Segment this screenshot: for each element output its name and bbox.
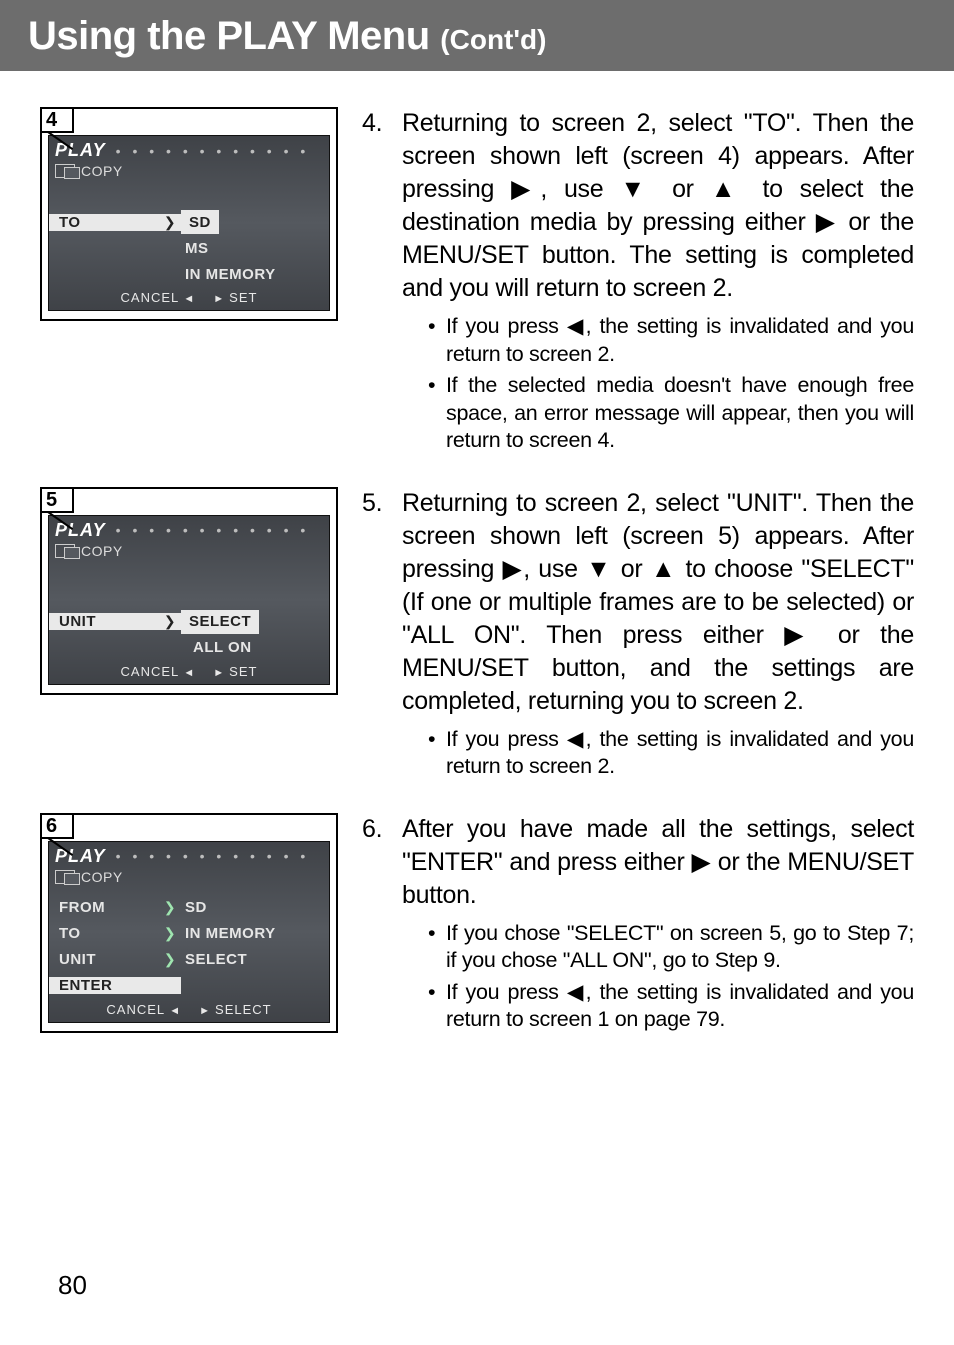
step-number: 5 <box>362 487 390 785</box>
step-5: 5 Returning to screen 2, select "UNIT". … <box>362 487 914 785</box>
row-step-6: 6 PLAY• • • • • • • • • • • • COPY FROM … <box>40 813 914 1038</box>
menu-row-enter: ENTER <box>49 973 329 999</box>
triangle-left-icon: ◄ <box>183 667 199 679</box>
menu-row-inmem: IN MEMORY <box>49 261 329 287</box>
copy-label: COPY <box>81 869 123 885</box>
page: Using the PLAY Menu (Cont'd) 4 PLAY • • … <box>0 0 954 1345</box>
step-body: Returning to screen 2, select "UNIT". Th… <box>402 487 914 785</box>
up-arrow-icon: ▲ <box>651 555 677 583</box>
chevron-right-icon: ❯ <box>159 214 181 231</box>
menu-row-to: TO ❯ IN MEMORY <box>49 921 329 947</box>
triangle-left-icon: ◄ <box>169 1005 185 1017</box>
menu-value-select: SELECT <box>181 610 259 634</box>
right-arrow-icon: ▶ <box>692 848 711 876</box>
copy-row: COPY <box>49 163 329 183</box>
cancel-label: CANCEL <box>121 290 179 305</box>
chevron-right-icon: ❯ <box>159 899 181 916</box>
menu-row-from: FROM ❯ SD <box>49 895 329 921</box>
chevron-right-icon: ❯ <box>159 951 181 968</box>
lcd-footer: CANCEL ◄ ► SET <box>49 287 329 310</box>
row-step-5: 5 PLAY• • • • • • • • • • • • COPY UNIT … <box>40 487 914 785</box>
page-number: 80 <box>58 1270 87 1301</box>
screen-4-frame: 4 PLAY • • • • • • • • • • • • COPY <box>40 107 338 321</box>
copy-icon <box>55 870 75 884</box>
right-arrow-icon: ▶ <box>816 208 838 236</box>
bullet: If you press ◀, the setting is invalidat… <box>428 313 914 368</box>
step-number: 4 <box>362 107 390 459</box>
down-arrow-icon: ▼ <box>620 175 655 203</box>
step-5-bullets: If you press ◀, the setting is invalidat… <box>402 726 914 781</box>
screen-5-lcd: PLAY• • • • • • • • • • • • COPY UNIT ❯ … <box>48 515 330 685</box>
step-6-text: 6 After you have made all the settings, … <box>362 813 914 1038</box>
lcd-footer: CANCEL ◄ ► SELECT <box>49 999 329 1022</box>
chevron-right-icon: ❯ <box>159 925 181 942</box>
triangle-right-icon: ► <box>199 1005 215 1017</box>
screen-4-tag: 4 <box>40 107 74 133</box>
step-6-bullets: If you chose "SELECT" on screen 5, go to… <box>402 920 914 1034</box>
row-step-4: 4 PLAY • • • • • • • • • • • • COPY <box>40 107 914 459</box>
menu-row-to: TO ❯ SD <box>49 209 329 235</box>
lcd-top: PLAY • • • • • • • • • • • • <box>49 136 329 163</box>
screen-5-col: 5 PLAY• • • • • • • • • • • • COPY UNIT … <box>40 487 340 695</box>
step-body: Returning to screen 2, select "TO". Then… <box>402 107 914 459</box>
page-header: Using the PLAY Menu (Cont'd) <box>0 0 954 71</box>
set-label: SET <box>229 290 257 305</box>
screen-6-col: 6 PLAY• • • • • • • • • • • • COPY FROM … <box>40 813 340 1033</box>
bullet: If you press ◀, the setting is invalidat… <box>428 979 914 1034</box>
menu-value-sd: SD <box>181 210 219 234</box>
step-4: 4 Returning to screen 2, select "TO". Th… <box>362 107 914 459</box>
copy-label: COPY <box>81 163 123 179</box>
screen-6-lcd: PLAY• • • • • • • • • • • • COPY FROM ❯ … <box>48 841 330 1023</box>
left-arrow-icon: ◀ <box>567 980 586 1004</box>
menu-label: TO <box>49 214 159 231</box>
copy-icon <box>55 164 75 178</box>
lcd-list: TO ❯ SD MS IN MEMORY <box>49 183 329 287</box>
bullet: If the selected media doesn't have enoug… <box>428 372 914 455</box>
up-arrow-icon: ▲ <box>711 175 746 203</box>
menu-row-unit: UNIT ❯ SELECT <box>49 609 329 635</box>
step-6: 6 After you have made all the settings, … <box>362 813 914 1038</box>
right-arrow-icon: ▶ <box>511 175 540 203</box>
left-arrow-icon: ◀ <box>567 314 586 338</box>
left-arrow-icon: ◀ <box>567 727 586 751</box>
content-area: 4 PLAY • • • • • • • • • • • • COPY <box>0 71 954 1038</box>
right-arrow-icon: ▶ <box>503 555 524 583</box>
screen-4-lcd: PLAY • • • • • • • • • • • • COPY TO ❯ S… <box>48 135 330 311</box>
triangle-right-icon: ► <box>213 667 229 679</box>
chevron-right-icon: ❯ <box>159 613 181 630</box>
right-arrow-icon: ▶ <box>784 621 817 649</box>
step-4-bullets: If you press ◀, the setting is invalidat… <box>402 313 914 455</box>
triangle-left-icon: ◄ <box>183 293 199 305</box>
screen-4-col: 4 PLAY • • • • • • • • • • • • COPY <box>40 107 340 321</box>
screen-5-tag: 5 <box>40 487 74 513</box>
copy-icon <box>55 544 75 558</box>
menu-value-ms: MS <box>181 240 209 257</box>
menu-label: UNIT <box>49 613 159 630</box>
menu-row-ms: MS <box>49 235 329 261</box>
lcd-footer: CANCEL ◄ ► SET <box>49 661 329 684</box>
menu-row-unit: UNIT ❯ SELECT <box>49 947 329 973</box>
menu-value-inmem: IN MEMORY <box>181 266 276 283</box>
screen-6-tag: 6 <box>40 813 74 839</box>
copy-label: COPY <box>81 543 123 559</box>
step-4-text: 4 Returning to screen 2, select "TO". Th… <box>362 107 914 459</box>
header-title-sub: (Cont'd) <box>440 24 546 55</box>
step-number: 6 <box>362 813 390 1038</box>
dots-icon: • • • • • • • • • • • • <box>116 848 310 864</box>
screen-6-frame: 6 PLAY• • • • • • • • • • • • COPY FROM … <box>40 813 338 1033</box>
header-title-main: Using the PLAY Menu <box>28 14 440 58</box>
dots-icon: • • • • • • • • • • • • <box>116 522 310 538</box>
dots-icon: • • • • • • • • • • • • <box>116 143 310 159</box>
triangle-right-icon: ► <box>213 293 229 305</box>
down-arrow-icon: ▼ <box>586 555 612 583</box>
menu-value-allon: ALL ON <box>181 639 252 656</box>
menu-row-allon: ALL ON <box>49 635 329 661</box>
step-body: After you have made all the settings, se… <box>402 813 914 1038</box>
bullet: If you press ◀, the setting is invalidat… <box>428 726 914 781</box>
bullet: If you chose "SELECT" on screen 5, go to… <box>428 920 914 975</box>
step-5-text: 5 Returning to screen 2, select "UNIT". … <box>362 487 914 785</box>
screen-5-frame: 5 PLAY• • • • • • • • • • • • COPY UNIT … <box>40 487 338 695</box>
